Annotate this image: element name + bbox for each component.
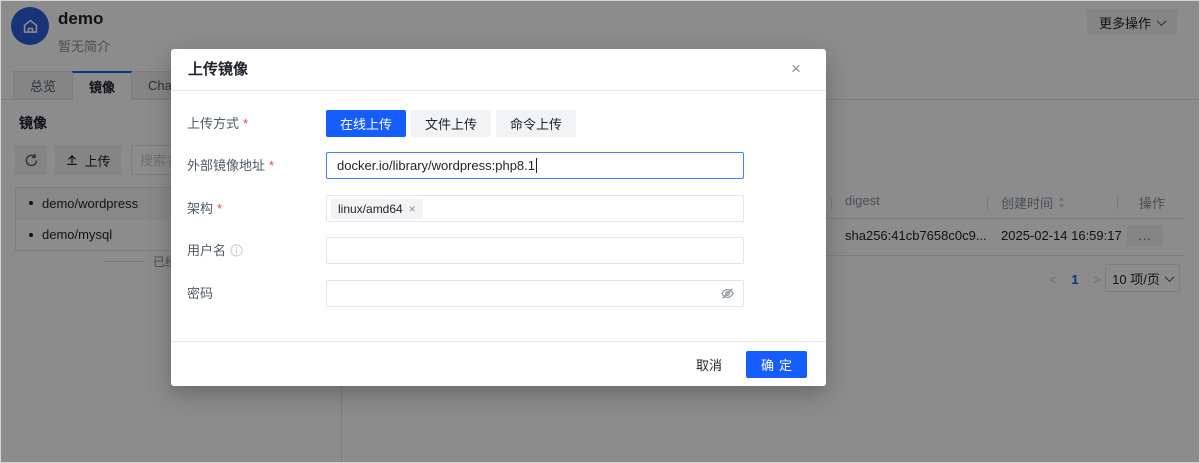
password-input[interactable]	[326, 280, 744, 307]
tag-remove-icon[interactable]: ×	[409, 203, 416, 215]
architecture-tag-input[interactable]: linux/amd64 ×	[326, 195, 744, 222]
text-cursor	[536, 158, 537, 173]
required-asterisk: *	[243, 110, 248, 137]
method-option-online[interactable]: 在线上传	[326, 110, 406, 137]
form-row-password: 密码	[171, 280, 826, 307]
form-row-method: 上传方式* 在线上传 文件上传 命令上传	[171, 110, 826, 137]
username-label: 用户名	[187, 237, 243, 264]
required-asterisk: *	[217, 195, 222, 222]
arch-label: 架构*	[187, 195, 222, 222]
modal-title: 上传镜像	[188, 49, 248, 91]
form-row-address: 外部镜像地址* docker.io/library/wordpress:php8…	[171, 152, 826, 179]
info-icon	[230, 244, 243, 257]
method-segmented-control: 在线上传 文件上传 命令上传	[326, 110, 744, 137]
form-row-username: 用户名	[171, 237, 826, 264]
external-image-address-input[interactable]: docker.io/library/wordpress:php8.1	[326, 152, 744, 179]
cancel-button[interactable]: 取消	[696, 355, 722, 374]
confirm-button[interactable]: 确定	[746, 351, 807, 378]
address-label: 外部镜像地址*	[187, 152, 274, 179]
eye-off-icon[interactable]	[720, 286, 735, 301]
arch-tag: linux/amd64 ×	[331, 199, 423, 219]
close-icon[interactable]: ×	[784, 57, 808, 81]
modal-footer: 取消 确定	[171, 341, 826, 386]
required-asterisk: *	[269, 152, 274, 179]
arch-tag-label: linux/amd64	[338, 202, 403, 216]
method-label: 上传方式*	[187, 110, 248, 137]
modal-header: 上传镜像 ×	[171, 49, 826, 91]
method-option-command[interactable]: 命令上传	[496, 110, 576, 137]
username-input[interactable]	[326, 237, 744, 264]
address-value: docker.io/library/wordpress:php8.1	[337, 158, 535, 173]
method-option-file[interactable]: 文件上传	[411, 110, 491, 137]
upload-image-modal: 上传镜像 × 上传方式* 在线上传 文件上传 命令上传 外部镜像地址* dock…	[171, 49, 826, 386]
form-row-arch: 架构* linux/amd64 ×	[171, 195, 826, 222]
screen: demo 暂无简介 更多操作 总览 镜像 Char 镜像	[0, 0, 1200, 463]
password-label: 密码	[187, 280, 213, 307]
